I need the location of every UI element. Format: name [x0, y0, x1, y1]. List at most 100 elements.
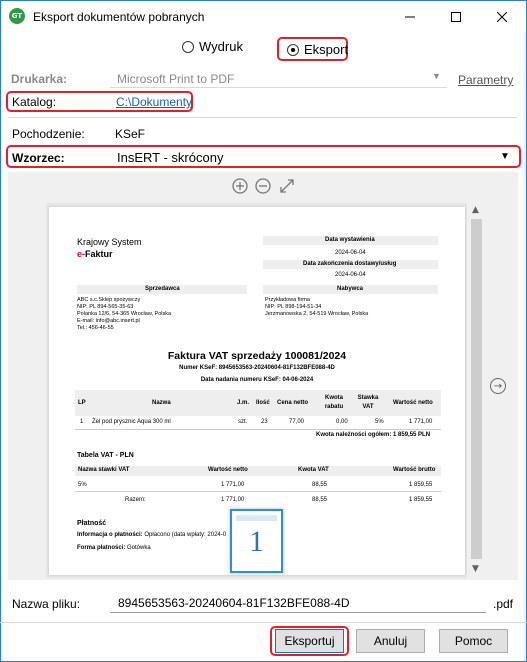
export-radio[interactable]: Eksport — [287, 42, 348, 57]
template-highlight — [6, 145, 521, 168]
window-title: Eksport dokumentów pobranych — [33, 10, 205, 24]
next-page-icon[interactable]: → — [490, 378, 506, 394]
doc-seller-line: Polanka 12/6, 54-365 Wrocław, Polska — [77, 311, 172, 317]
origin-label: Pochodzenie: — [12, 127, 85, 141]
doc-row-divider — [75, 429, 441, 430]
app-logo-icon: GT — [9, 8, 25, 24]
doc-vat-col: Nazwa stawki VAT — [78, 467, 130, 473]
doc-item-cell: Żel pod prysznic Aqua 300 ml — [92, 419, 171, 425]
maximize-button[interactable] — [433, 1, 479, 32]
doc-issue-date-label: Data wystawienia — [325, 237, 375, 243]
close-button[interactable] — [479, 1, 525, 32]
doc-issue-date: 2024-06-04 — [335, 250, 366, 256]
doc-vat-cell: 1 859,55 — [409, 482, 433, 488]
scroll-down-icon[interactable]: ▼ — [472, 564, 479, 574]
doc-seller-line: NIP: PL 894-565-35-63 — [77, 304, 134, 310]
printer-label: Drukarka: — [11, 72, 68, 86]
print-radio-label: Wydruk — [199, 39, 243, 54]
template-select[interactable]: InsERT - skrócony — [117, 150, 223, 165]
filename-input[interactable]: 8945653563-20240604-81F132BFE088-4D — [110, 593, 486, 613]
scroll-up-icon[interactable]: ▲ — [472, 205, 479, 215]
doc-seller-label: Sprzedawca — [145, 286, 180, 292]
page-thumbnail-lines — [236, 515, 277, 521]
doc-item-cell: 1 — [80, 419, 84, 425]
doc-buyer-line: Przykładowa firma — [265, 297, 310, 303]
doc-items-col: Cena netto — [277, 400, 309, 406]
doc-delivery-date-label: Data zakończenia dostawy/usług — [303, 261, 397, 267]
doc-vat-cell: Razem: — [125, 497, 146, 503]
doc-vat-header — [75, 466, 441, 476]
zoom-in-icon[interactable] — [232, 178, 248, 194]
parameters-link[interactable]: Parametry — [458, 73, 513, 87]
scroll-thumb[interactable] — [471, 219, 482, 559]
doc-items-col: J.m. — [237, 400, 250, 406]
doc-payment-form: Forma płatności: Gotówka — [77, 545, 151, 551]
page-number-badge: 1 — [249, 525, 264, 558]
fit-page-icon[interactable] — [279, 178, 295, 194]
doc-seller-line: Tel.: 456-46-55 — [77, 325, 114, 331]
footer-separator — [0, 622, 527, 623]
doc-payment-form-label: Forma płatności: — [77, 545, 126, 551]
doc-brand-prefix: e- — [77, 249, 86, 259]
doc-vat-cell: 1 859,55 — [409, 497, 433, 503]
doc-payment-info-label: Informacja o płatności: — [77, 532, 143, 538]
doc-items-col: Ilość — [256, 400, 270, 406]
doc-items-col: Wartość netto — [393, 400, 433, 406]
doc-delivery-date: 2024-06-04 — [335, 272, 366, 278]
printer-underline — [110, 87, 447, 88]
close-icon — [497, 11, 507, 22]
catalog-label: Katalog: — [12, 95, 57, 109]
document-page: Krajowy System e-Faktur Data wystawienia… — [49, 207, 465, 575]
cancel-button[interactable]: Anuluj — [356, 629, 425, 653]
export-radio-label: Eksport — [304, 42, 349, 57]
help-button[interactable]: Pomoc — [439, 629, 508, 653]
doc-brand: e-Faktur — [77, 249, 113, 259]
doc-item-cell: szt. — [238, 419, 248, 425]
doc-items-col: Kwota rabatu — [324, 395, 344, 410]
doc-item-cell: 0,00 — [336, 419, 348, 425]
doc-buyer-label: Nabywca — [337, 286, 364, 292]
preview-scrollbar[interactable]: ▲ ▼ — [467, 203, 486, 578]
doc-vat-cell: 88,55 — [312, 497, 328, 503]
doc-items-col: LP — [78, 400, 86, 406]
catalog-link[interactable]: C:\Dokumenty — [116, 95, 192, 109]
maximize-icon — [451, 11, 461, 22]
doc-vat-col: Wartość brutto — [393, 467, 436, 473]
minimize-button[interactable] — [387, 1, 433, 32]
doc-seller-address: ABC s.c.Sklep spożywczy NIP: PL 894-565-… — [77, 297, 171, 332]
export-button[interactable]: Eksportuj — [275, 629, 344, 653]
print-radio[interactable]: Wydruk — [182, 39, 243, 54]
page-thumbnail[interactable]: 1 — [230, 509, 283, 573]
doc-vat-cell: 88,55 — [312, 482, 328, 488]
doc-buyer-line: Jerzmanowska 2, 54-519 Wrocław, Polska — [265, 311, 369, 317]
doc-item-cell: 1 771,00 — [409, 419, 433, 425]
doc-item-cell: 23 — [261, 419, 268, 425]
template-label: Wzorzec: — [12, 151, 65, 165]
template-dropdown-icon[interactable]: ▼ — [500, 151, 510, 162]
doc-vat-col: Kwota VAT — [298, 467, 329, 473]
doc-vat-title: Tabela VAT - PLN — [77, 452, 134, 459]
radio-circle — [182, 40, 194, 53]
printer-select[interactable]: Microsoft Print to PDF — [117, 72, 234, 86]
doc-vat-cell: 1 771,00 — [221, 497, 245, 503]
doc-vat-cell: 1 771,00 — [221, 482, 245, 488]
minimize-icon — [405, 16, 415, 17]
doc-ksef-date: Data nadania numeru KSeF: 04-06-2024 — [200, 377, 314, 383]
separator — [8, 117, 517, 118]
doc-seller-line: E-mail: info@abc.insert.pl — [77, 318, 140, 324]
zoom-out-icon[interactable] — [255, 178, 271, 194]
doc-payment-form-value: Gotówka — [127, 545, 151, 551]
filename-extension: .pdf — [493, 597, 514, 611]
doc-invoice-title: Faktura VAT sprzedaży 100081/2024 — [167, 350, 347, 362]
filename-label: Nazwa pliku: — [12, 597, 81, 611]
title-bar: GT Eksport dokumentów pobranych — [1, 1, 526, 32]
doc-items-col: Stawka VAT — [357, 395, 379, 410]
doc-total-due: Kwota należności ogółem: 1 859,55 PLN — [316, 432, 431, 438]
doc-vat-col: Wartość netto — [208, 467, 248, 473]
doc-payment-info: Informacja o płatności: Opłacono (data w… — [77, 532, 226, 538]
doc-row-divider — [75, 491, 441, 492]
doc-seller-line: ABC s.c.Sklep spożywczy — [77, 297, 141, 303]
doc-ksef-number: Numer KSeF: 8945653563-20240604-81F132BF… — [179, 365, 335, 371]
origin-value: KSeF — [115, 127, 146, 141]
radio-circle-selected — [287, 43, 299, 56]
